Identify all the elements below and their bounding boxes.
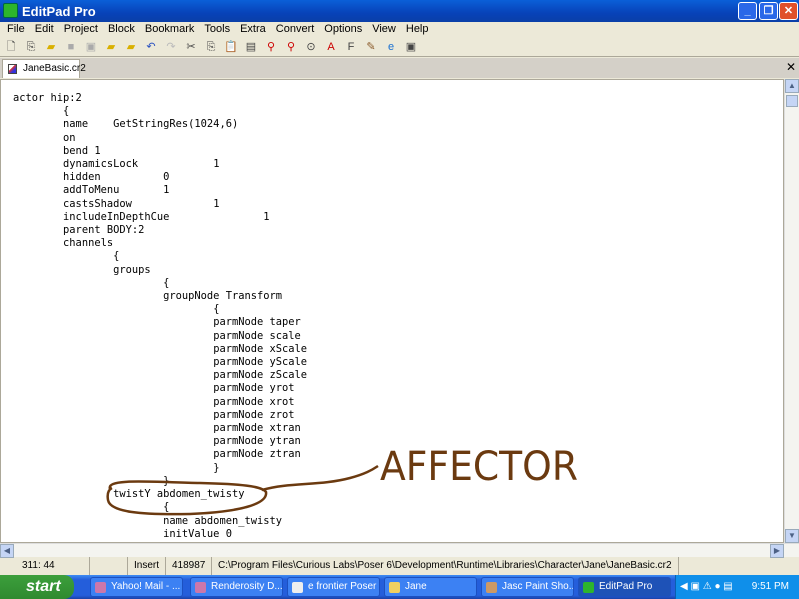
menu-convert[interactable]: Convert	[271, 22, 320, 37]
horizontal-scrollbar[interactable]: ◀ ▶	[0, 543, 799, 558]
task-editpad[interactable]: EditPad Pro	[578, 577, 671, 597]
task-label: Renderosity D...	[211, 581, 283, 592]
open-project-icon[interactable]: ▰	[124, 40, 138, 54]
binoculars-icon[interactable]: ⊙	[304, 40, 318, 54]
title-bar: EditPad Pro _ ❐ ✕	[0, 0, 799, 22]
toolbar: 🗋 ⎘ ▰ ■ ▣ ▰ ▰ ↶ ↷ ✂ ⎘ 📋 ▤ ⚲ ⚲ ⊙ A F ✎ e …	[0, 37, 799, 57]
scroll-right-icon[interactable]: ▶	[770, 544, 784, 558]
scroll-down-icon[interactable]: ▼	[785, 529, 799, 543]
menu-options[interactable]: Options	[319, 22, 367, 37]
start-label: start	[26, 578, 61, 595]
menu-bookmark[interactable]: Bookmark	[140, 22, 200, 37]
spell-check-icon[interactable]: A	[324, 40, 338, 54]
search-icon[interactable]: ⚲	[264, 40, 278, 54]
system-tray: ◀ ▣ ⚠ ● ▤ 9:51 PM	[675, 575, 799, 599]
file-icon	[8, 64, 17, 74]
file-path: C:\Program Files\Curious Labs\Poser 6\De…	[212, 557, 679, 575]
menu-help[interactable]: Help	[401, 22, 434, 37]
menu-block[interactable]: Block	[103, 22, 140, 37]
tab-janebasic[interactable]: JaneBasic.cr2	[2, 59, 86, 78]
font-icon[interactable]: F	[344, 40, 358, 54]
menu-bar: File Edit Project Block Bookmark Tools E…	[0, 22, 799, 37]
insert-mode: Insert	[128, 557, 166, 575]
save-all-icon[interactable]: ▣	[84, 40, 98, 54]
save-icon[interactable]: ■	[64, 40, 78, 54]
tray-icons[interactable]: ◀ ▣ ⚠ ● ▤	[680, 575, 733, 599]
new-from-icon[interactable]: ⎘	[24, 40, 38, 54]
preview-icon[interactable]: ▣	[404, 40, 418, 54]
task-jane-folder[interactable]: Jane	[384, 577, 477, 597]
menu-view[interactable]: View	[367, 22, 401, 37]
start-button[interactable]: start	[0, 575, 74, 599]
task-label: Yahoo! Mail - ...	[111, 581, 181, 592]
window-title: EditPad Pro	[22, 3, 96, 19]
taskbar: start Yahoo! Mail - ... Renderosity D...…	[0, 575, 799, 599]
task-label: EditPad Pro	[599, 581, 653, 592]
open-folder-icon[interactable]: ▰	[44, 40, 58, 54]
scroll-thumb[interactable]	[786, 95, 798, 107]
minimize-button[interactable]: _	[738, 2, 757, 20]
search-next-icon[interactable]: ⚲	[284, 40, 298, 54]
clipboard-icon[interactable]: ▤	[244, 40, 258, 54]
menu-edit[interactable]: Edit	[30, 22, 59, 37]
vertical-scrollbar[interactable]: ▲ ▼	[784, 79, 799, 543]
clock: 9:51 PM	[751, 581, 789, 592]
close-tab-icon[interactable]: ✕	[786, 60, 796, 74]
cursor-position: 311: 44	[0, 557, 90, 575]
task-yahoo-mail[interactable]: Yahoo! Mail - ...	[90, 577, 183, 597]
app-icon	[3, 3, 18, 18]
menu-project[interactable]: Project	[59, 22, 103, 37]
highlight-icon[interactable]: ✎	[364, 40, 378, 54]
menu-file[interactable]: File	[2, 22, 30, 37]
code-text[interactable]: actor hip:2 { name GetStringRes(1024,6) …	[13, 92, 307, 541]
copy-icon[interactable]: ⎘	[204, 40, 218, 54]
menu-tools[interactable]: Tools	[199, 22, 235, 37]
cut-icon[interactable]: ✂	[184, 40, 198, 54]
maximize-button[interactable]: ❐	[759, 2, 778, 20]
text-editor[interactable]: actor hip:2 { name GetStringRes(1024,6) …	[0, 79, 784, 543]
new-file-icon[interactable]: 🗋	[4, 40, 18, 54]
task-label: Jane	[405, 581, 427, 592]
scroll-up-icon[interactable]: ▲	[785, 79, 799, 93]
browser-icon[interactable]: e	[384, 40, 398, 54]
task-label: Jasc Paint Sho...	[502, 581, 574, 592]
project-icon[interactable]: ▰	[104, 40, 118, 54]
task-renderosity[interactable]: Renderosity D...	[190, 577, 283, 597]
tab-label: JaneBasic.cr2	[23, 63, 86, 74]
paste-icon[interactable]: 📋	[224, 40, 238, 54]
task-poser[interactable]: e frontier Poser	[287, 577, 380, 597]
scroll-left-icon[interactable]: ◀	[0, 544, 14, 558]
undo-icon[interactable]: ↶	[144, 40, 158, 54]
menu-extra[interactable]: Extra	[235, 22, 271, 37]
redo-icon[interactable]: ↷	[164, 40, 178, 54]
task-label: e frontier Poser	[308, 581, 377, 592]
file-size: 418987	[166, 557, 212, 575]
close-button[interactable]: ✕	[779, 2, 798, 20]
status-bar: 311: 44 Insert 418987 C:\Program Files\C…	[0, 557, 799, 575]
task-paint-shop[interactable]: Jasc Paint Sho...	[481, 577, 574, 597]
tab-bar: JaneBasic.cr2 ✕	[0, 58, 799, 78]
